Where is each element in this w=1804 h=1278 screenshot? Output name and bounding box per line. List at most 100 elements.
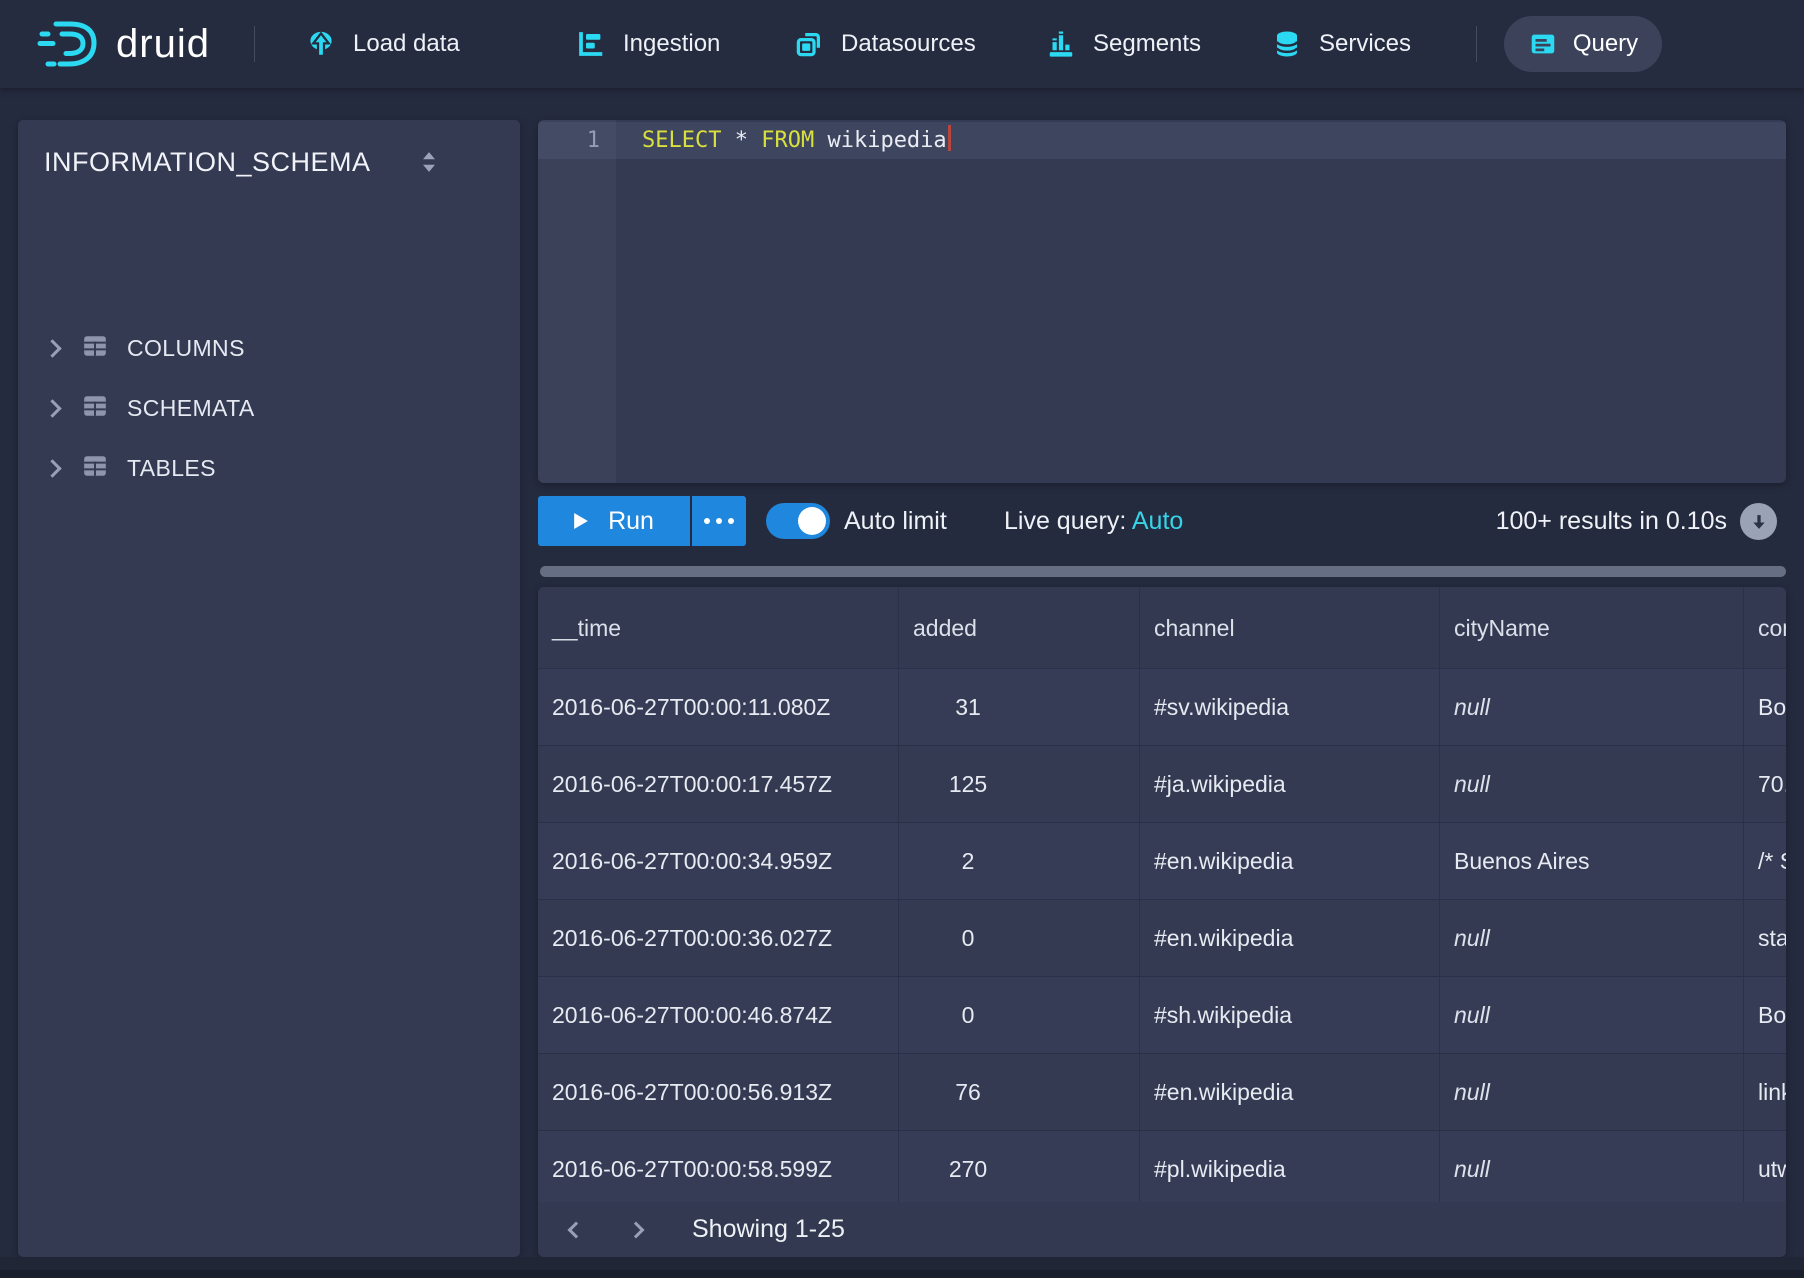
datasources-icon (794, 29, 824, 59)
table-cell-cityName[interactable]: null (1440, 669, 1744, 746)
nav-item-services[interactable]: Services (1272, 0, 1411, 88)
table-cell-__time[interactable]: 2016-06-27T00:00:58.599Z (538, 1131, 899, 1202)
table-cell-added[interactable]: 0 (899, 977, 1140, 1054)
table-cell-__time[interactable]: 2016-06-27T00:00:34.959Z (538, 823, 899, 900)
next-page-button[interactable] (616, 1202, 656, 1257)
play-icon (574, 513, 588, 529)
table-icon (81, 453, 109, 484)
nav-item-datasources[interactable]: Datasources (794, 0, 976, 88)
table-cell-added[interactable]: 125 (899, 746, 1140, 823)
table-cell-comment[interactable]: Bot (1744, 669, 1786, 746)
nav-item-ingestion[interactable]: Ingestion (576, 0, 720, 88)
table-cell-__time[interactable]: 2016-06-27T00:00:46.874Z (538, 977, 899, 1054)
table-cell-comment[interactable]: utwo (1744, 1131, 1786, 1202)
prev-page-button[interactable] (556, 1202, 596, 1257)
results-summary: 100+ results in 0.10s (1496, 496, 1727, 546)
sql-text: SELECT * FROM wikipedia (642, 122, 951, 159)
column-header-time[interactable]: __time (538, 587, 899, 669)
table-cell-cityName[interactable]: null (1440, 977, 1744, 1054)
ingestion-icon (576, 29, 606, 59)
nav-divider (1476, 26, 1477, 62)
logo-text: druid (116, 22, 210, 67)
table-cell-cityName[interactable]: null (1440, 746, 1744, 823)
table-cell-added[interactable]: 270 (899, 1131, 1140, 1202)
nav-item-label: Services (1319, 30, 1411, 58)
more-icon (704, 518, 710, 524)
text-cursor (948, 125, 951, 151)
schema-name: INFORMATION_SCHEMA (44, 147, 371, 178)
query-icon (1528, 29, 1558, 59)
column-header-comment[interactable]: comment (1744, 587, 1786, 669)
load-data-icon (306, 29, 336, 59)
results-footer: Showing 1-25 (538, 1202, 1786, 1257)
column-header-cityname[interactable]: cityName (1440, 587, 1744, 669)
table-cell-comment[interactable]: /* St (1744, 823, 1786, 900)
nav-item-load-data[interactable]: Load data (306, 0, 460, 88)
segments-icon (1046, 29, 1076, 59)
table-cell-comment[interactable]: 70.9 (1744, 746, 1786, 823)
live-query-label: Live query: Auto (1004, 496, 1183, 546)
sidebar-item-tables[interactable]: TABLES (18, 442, 520, 494)
table-cell-__time[interactable]: 2016-06-27T00:00:56.913Z (538, 1054, 899, 1131)
services-icon (1272, 29, 1302, 59)
nav-item-query-active[interactable]: Query (1504, 16, 1662, 72)
chevron-left-icon (568, 1221, 585, 1238)
table-cell-__time[interactable]: 2016-06-27T00:00:17.457Z (538, 746, 899, 823)
nav-item-label: Query (1573, 30, 1638, 58)
table-cell-channel[interactable]: #en.wikipedia (1140, 900, 1440, 977)
table-row: 2016-06-27T00:00:58.599Z270#pl.wikipedia… (538, 1131, 1786, 1202)
table-cell-comment[interactable]: stat (1744, 900, 1786, 977)
live-query-value[interactable]: Auto (1132, 507, 1183, 535)
nav-item-segments[interactable]: Segments (1046, 0, 1201, 88)
schema-selector[interactable]: INFORMATION_SCHEMA (18, 138, 520, 186)
table-cell-channel[interactable]: #en.wikipedia (1140, 823, 1440, 900)
auto-limit-label: Auto limit (844, 496, 947, 546)
column-header-added[interactable]: added (899, 587, 1140, 669)
sql-plain: wikipedia (814, 128, 946, 153)
table-cell-channel[interactable]: #en.wikipedia (1140, 1054, 1440, 1131)
results-body: 2016-06-27T00:00:11.080Z31#sv.wikipedian… (538, 669, 1786, 1202)
schema-sidebar: INFORMATION_SCHEMA (18, 120, 520, 1257)
sql-editor[interactable]: 1 SELECT * FROM wikipedia (538, 120, 1786, 483)
pagination-status: Showing 1-25 (692, 1202, 845, 1257)
table-icon (81, 333, 109, 364)
line-number: 1 (538, 122, 600, 159)
chevron-right-icon (43, 339, 61, 357)
horizontal-scrollbar[interactable] (540, 566, 1786, 577)
nav-item-label: Segments (1093, 30, 1201, 58)
query-toolbar: Run Auto limit Live query: Auto 100+ res… (538, 496, 1786, 546)
druid-logo[interactable]: druid (36, 14, 210, 74)
table-cell-added[interactable]: 2 (899, 823, 1140, 900)
sidebar-item-schemata[interactable]: SCHEMATA (18, 382, 520, 434)
sql-plain: * (721, 128, 761, 153)
chevron-right-icon (43, 459, 61, 477)
table-cell-channel[interactable]: #sv.wikipedia (1140, 669, 1440, 746)
editor-gutter (538, 120, 616, 483)
table-cell-comment[interactable]: link (1744, 1054, 1786, 1131)
table-cell-cityName[interactable]: null (1440, 1131, 1744, 1202)
table-cell-cityName[interactable]: null (1440, 900, 1744, 977)
nav-item-label: Datasources (841, 30, 976, 58)
run-more-button[interactable] (692, 496, 746, 546)
table-row: 2016-06-27T00:00:36.027Z0#en.wikipedianu… (538, 900, 1786, 977)
table-cell-channel[interactable]: #ja.wikipedia (1140, 746, 1440, 823)
sidebar-item-label: TABLES (127, 455, 216, 482)
download-icon (1748, 511, 1770, 533)
table-cell-__time[interactable]: 2016-06-27T00:00:11.080Z (538, 669, 899, 746)
table-row: 2016-06-27T00:00:46.874Z0#sh.wikipedianu… (538, 977, 1786, 1054)
table-cell-cityName[interactable]: null (1440, 1054, 1744, 1131)
table-cell-added[interactable]: 0 (899, 900, 1140, 977)
download-button[interactable] (1740, 503, 1777, 540)
table-cell-cityName[interactable]: Buenos Aires (1440, 823, 1744, 900)
chevron-right-icon (628, 1221, 645, 1238)
table-cell-added[interactable]: 31 (899, 669, 1140, 746)
table-cell-__time[interactable]: 2016-06-27T00:00:36.027Z (538, 900, 899, 977)
run-button[interactable]: Run (538, 496, 690, 546)
auto-limit-toggle[interactable] (766, 503, 830, 539)
sidebar-item-columns[interactable]: COLUMNS (18, 322, 520, 374)
table-cell-added[interactable]: 76 (899, 1054, 1140, 1131)
column-header-channel[interactable]: channel (1140, 587, 1440, 669)
table-cell-channel[interactable]: #pl.wikipedia (1140, 1131, 1440, 1202)
table-cell-channel[interactable]: #sh.wikipedia (1140, 977, 1440, 1054)
table-cell-comment[interactable]: Bot (1744, 977, 1786, 1054)
